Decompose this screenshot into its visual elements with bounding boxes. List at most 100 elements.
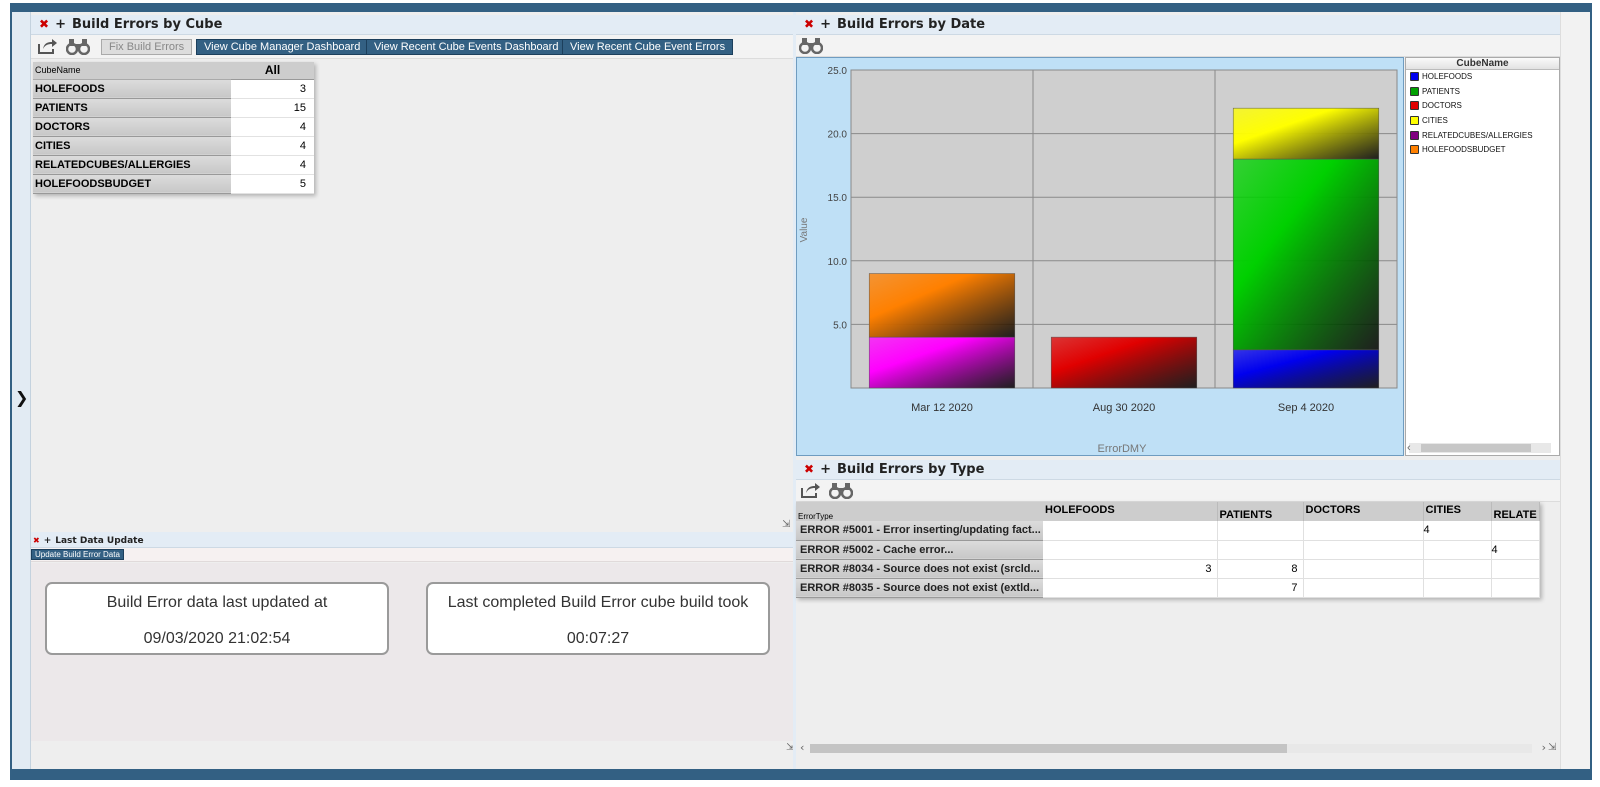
cell-value[interactable] bbox=[1423, 578, 1492, 598]
close-icon[interactable]: ✖ bbox=[804, 462, 814, 476]
export-icon[interactable] bbox=[798, 481, 824, 501]
cell-value[interactable]: 4 bbox=[231, 155, 314, 175]
legend-item[interactable]: DOCTORS bbox=[1406, 99, 1559, 114]
sidebar[interactable]: ❯ bbox=[12, 12, 31, 769]
cell-value[interactable]: 4 bbox=[231, 117, 314, 137]
cell-value[interactable] bbox=[1043, 521, 1218, 541]
fix-build-errors-button[interactable]: Fix Build Errors bbox=[101, 39, 193, 55]
table-row[interactable]: ERROR #8035 - Source does not exist (ext… bbox=[796, 578, 1540, 598]
table-scrollbar[interactable]: ‹ › bbox=[798, 741, 1546, 755]
chart-legend: CubeName HOLEFOODS PATIENTS DOCTORS CITI… bbox=[1405, 57, 1560, 456]
chevron-right-icon[interactable]: ❯ bbox=[15, 388, 28, 407]
cube-manager-dashboard-button[interactable]: View Cube Manager Dashboard bbox=[196, 39, 369, 55]
column-header[interactable]: All bbox=[231, 62, 314, 80]
cell-value[interactable] bbox=[1491, 578, 1540, 598]
row-label[interactable]: HOLEFOODSBUDGET bbox=[33, 174, 231, 194]
cell-value[interactable] bbox=[1217, 540, 1304, 560]
cell-value[interactable] bbox=[1303, 559, 1424, 579]
export-icon[interactable] bbox=[35, 37, 61, 57]
row-label[interactable]: RELATEDCUBES/ALLERGIES bbox=[33, 155, 231, 175]
cell-value[interactable] bbox=[1303, 540, 1424, 560]
row-label[interactable]: ERROR #5001 - Error inserting/updating f… bbox=[796, 521, 1043, 541]
scrollbar-thumb[interactable] bbox=[1421, 444, 1531, 452]
close-icon[interactable]: ✖ bbox=[39, 17, 49, 31]
cell-value[interactable] bbox=[1491, 521, 1540, 541]
legend-item[interactable]: HOLEFOODSBUDGET bbox=[1406, 143, 1559, 158]
table-row[interactable]: HOLEFOODSBUDGET 5 bbox=[33, 174, 314, 194]
row-label[interactable]: ERROR #8035 - Source does not exist (ext… bbox=[796, 578, 1043, 598]
bar-segment bbox=[1050, 336, 1198, 389]
legend-item[interactable]: RELATEDCUBES/ALLERGIES bbox=[1406, 129, 1559, 144]
row-label[interactable]: ERROR #5002 - Cache error... bbox=[796, 540, 1043, 560]
cell-value[interactable]: 5 bbox=[231, 174, 314, 194]
cell-value[interactable]: 3 bbox=[231, 79, 314, 99]
legend-item[interactable]: PATIENTS bbox=[1406, 85, 1559, 100]
table-row[interactable]: ERROR #8034 - Source does not exist (src… bbox=[796, 559, 1540, 579]
table-row[interactable]: ERROR #5002 - Cache error... 4 bbox=[796, 540, 1540, 560]
cell-value[interactable] bbox=[1303, 521, 1424, 541]
cell-value[interactable] bbox=[1043, 540, 1218, 560]
column-header[interactable]: DOCTORS bbox=[1303, 502, 1424, 521]
plus-icon[interactable]: + bbox=[44, 536, 52, 546]
plus-icon[interactable]: + bbox=[55, 17, 66, 32]
build-duration-card: Last completed Build Error cube build to… bbox=[426, 582, 770, 655]
table-row[interactable]: ERROR #5001 - Error inserting/updating f… bbox=[796, 521, 1540, 541]
cell-value[interactable] bbox=[1217, 521, 1304, 541]
row-label[interactable]: DOCTORS bbox=[33, 117, 231, 137]
cell-value[interactable] bbox=[1423, 540, 1492, 560]
scroll-right-icon[interactable]: › bbox=[1542, 741, 1546, 754]
close-icon[interactable]: ✖ bbox=[33, 536, 40, 545]
cell-value[interactable] bbox=[1303, 578, 1424, 598]
scrollbar-track[interactable] bbox=[810, 744, 1532, 753]
top-border bbox=[12, 5, 1590, 12]
update-build-error-data-button[interactable]: Update Build Error Data bbox=[31, 549, 124, 560]
cell-value[interactable] bbox=[1423, 559, 1492, 579]
cell-value[interactable]: 3 bbox=[1043, 559, 1218, 579]
column-header[interactable]: CITIES bbox=[1423, 502, 1492, 521]
table-row[interactable]: CITIES 4 bbox=[33, 136, 314, 156]
cell-value[interactable]: 4 bbox=[1491, 540, 1540, 560]
resize-grip-icon[interactable]: ⇲ bbox=[782, 519, 790, 530]
x-axis-label: ErrorDMY bbox=[1098, 443, 1148, 455]
table-row[interactable]: HOLEFOODS 3 bbox=[33, 79, 314, 99]
panel-title: Build Errors by Type bbox=[836, 462, 985, 477]
cell-value[interactable]: 15 bbox=[231, 98, 314, 118]
cell-value[interactable] bbox=[1043, 578, 1218, 598]
column-header[interactable]: PATIENTS bbox=[1217, 502, 1304, 521]
binoculars-icon[interactable] bbox=[828, 481, 854, 501]
row-label[interactable]: PATIENTS bbox=[33, 98, 231, 118]
column-header[interactable]: HOLEFOODS bbox=[1043, 502, 1218, 521]
row-label[interactable]: ERROR #8034 - Source does not exist (src… bbox=[796, 559, 1043, 579]
column-header[interactable]: RELATE bbox=[1491, 502, 1540, 521]
plus-icon[interactable]: + bbox=[820, 462, 831, 477]
row-label[interactable]: HOLEFOODS bbox=[33, 79, 231, 99]
legend-title: CubeName bbox=[1406, 58, 1559, 70]
cell-value[interactable]: 8 bbox=[1217, 559, 1304, 579]
table-row[interactable]: DOCTORS 4 bbox=[33, 117, 314, 137]
legend-scrollbar[interactable]: ‹ bbox=[1407, 442, 1551, 454]
binoculars-icon[interactable] bbox=[798, 36, 824, 56]
date-panel-toolbar bbox=[796, 35, 1560, 57]
cell-value[interactable] bbox=[1491, 559, 1540, 579]
cell-value[interactable]: 4 bbox=[231, 136, 314, 156]
table-row[interactable]: PATIENTS 15 bbox=[33, 98, 314, 118]
cell-value[interactable]: 4 bbox=[1423, 521, 1492, 541]
resize-grip-icon[interactable]: ⇲ bbox=[1548, 742, 1556, 753]
recent-cube-events-button[interactable]: View Recent Cube Events Dashboard bbox=[366, 39, 567, 55]
plus-icon[interactable]: + bbox=[820, 17, 831, 32]
recent-cube-event-errors-button[interactable]: View Recent Cube Event Errors bbox=[562, 39, 734, 55]
legend-item[interactable]: CITIES bbox=[1406, 114, 1559, 129]
legend-item[interactable]: HOLEFOODS bbox=[1406, 70, 1559, 85]
panel-title: Last Data Update bbox=[55, 536, 144, 546]
legend-label: DOCTORS bbox=[1422, 101, 1462, 111]
close-icon[interactable]: ✖ bbox=[804, 17, 814, 31]
cell-value[interactable]: 7 bbox=[1217, 578, 1304, 598]
scroll-left-icon[interactable]: ‹ bbox=[1407, 442, 1411, 454]
legend-swatch bbox=[1410, 86, 1419, 96]
binoculars-icon[interactable] bbox=[65, 37, 91, 57]
table-row[interactable]: RELATEDCUBES/ALLERGIES 4 bbox=[33, 155, 314, 175]
scrollbar-thumb[interactable] bbox=[810, 744, 1287, 753]
scroll-left-icon[interactable]: ‹ bbox=[800, 741, 804, 754]
cube-panel-toolbar: Fix Build Errors View Cube Manager Dashb… bbox=[31, 35, 793, 59]
row-label[interactable]: CITIES bbox=[33, 136, 231, 156]
